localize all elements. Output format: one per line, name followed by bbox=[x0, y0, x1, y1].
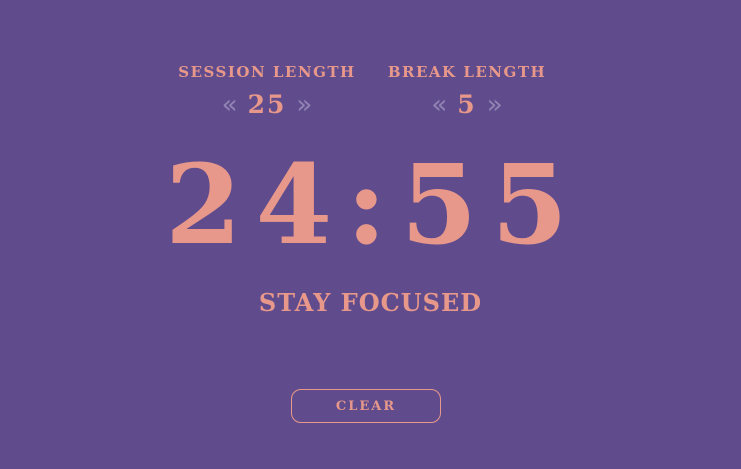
session-increment-icon[interactable]: » bbox=[296, 90, 312, 120]
session-length-control: « 25 » bbox=[167, 90, 367, 120]
break-length-setting: BREAK LENGTH « 5 » bbox=[367, 62, 567, 120]
break-length-label: BREAK LENGTH bbox=[387, 63, 547, 81]
session-length-setting: SESSION LENGTH « 25 » bbox=[167, 62, 367, 120]
session-length-value: 25 bbox=[247, 90, 287, 119]
session-length-label: SESSION LENGTH bbox=[178, 63, 356, 81]
break-length-value: 5 bbox=[457, 90, 477, 119]
clear-button[interactable]: CLEAR bbox=[291, 389, 441, 423]
timer-display[interactable]: 24:55 bbox=[0, 140, 741, 270]
break-length-control: « 5 » bbox=[367, 90, 567, 120]
break-increment-icon[interactable]: » bbox=[487, 90, 503, 120]
pomodoro-app: SESSION LENGTH « 25 » BREAK LENGTH « 5 »… bbox=[0, 0, 741, 469]
status-text: STAY FOCUSED bbox=[258, 288, 483, 317]
session-decrement-icon[interactable]: « bbox=[222, 90, 238, 120]
break-decrement-icon[interactable]: « bbox=[431, 90, 447, 120]
